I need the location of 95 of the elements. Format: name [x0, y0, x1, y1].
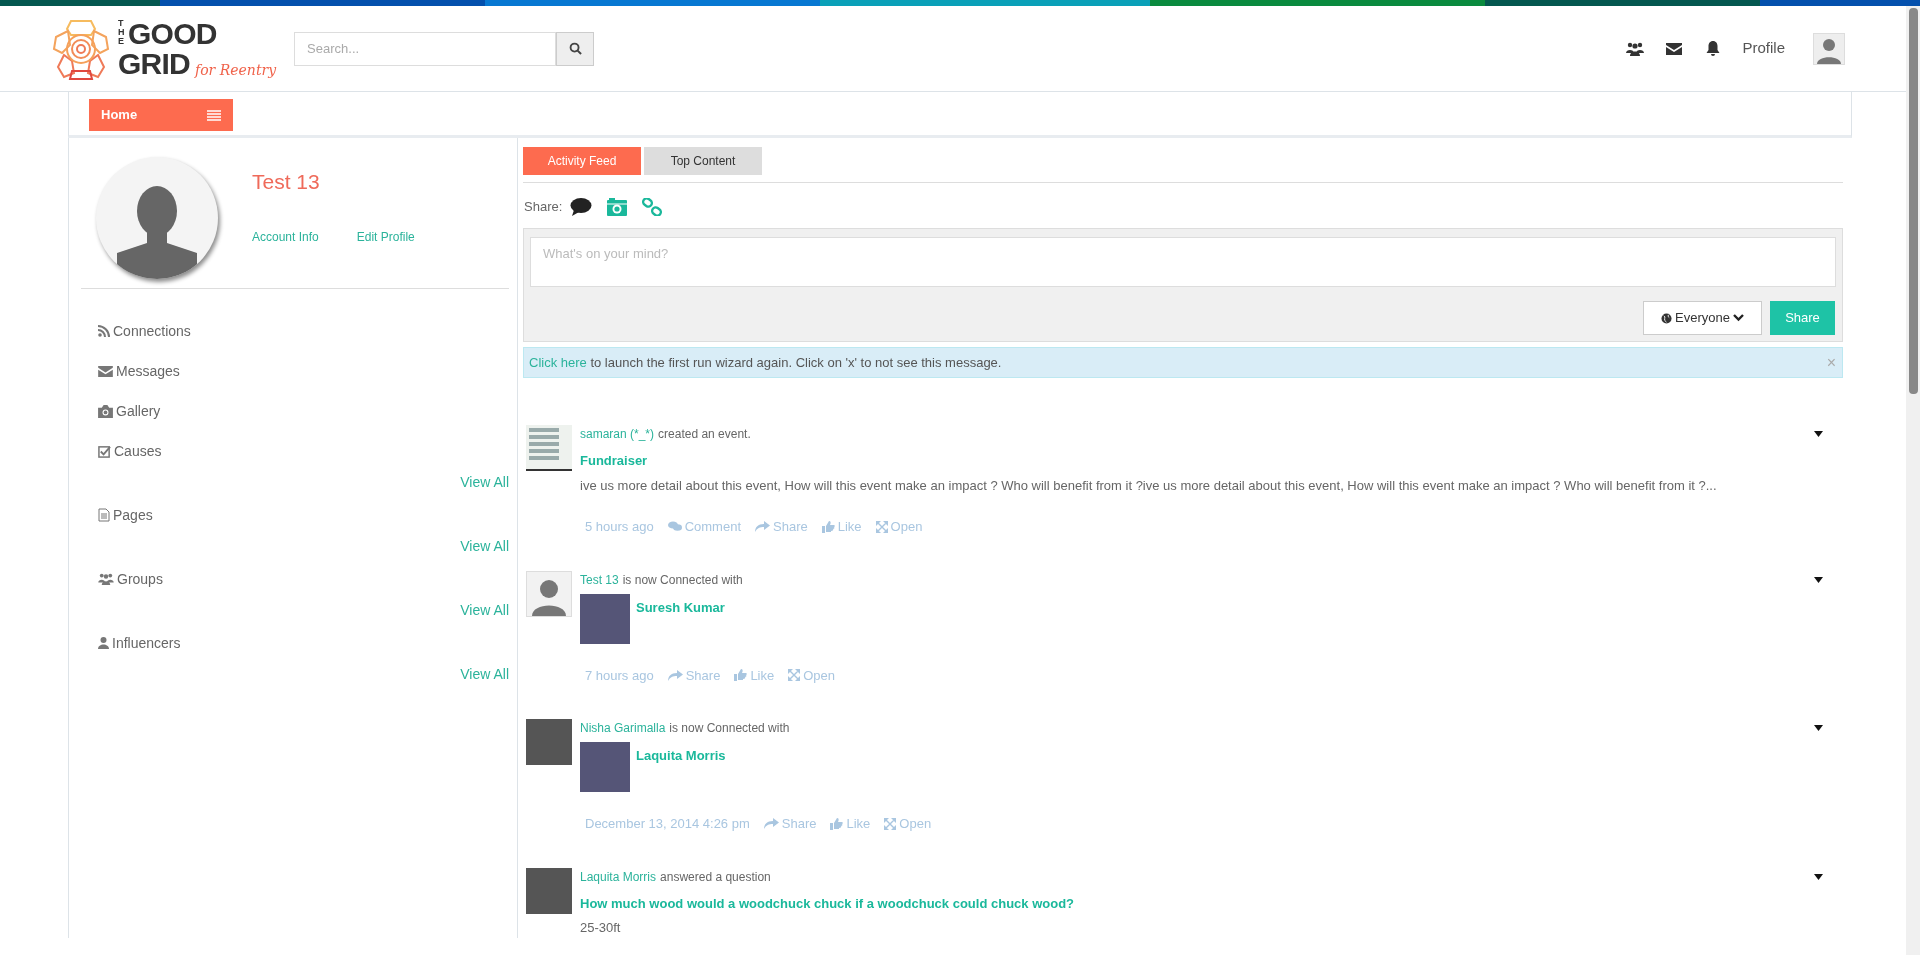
photo-placeholder	[580, 593, 630, 644]
sidebar-link[interactable]: Connections	[113, 320, 191, 342]
thumbs-up-icon	[734, 669, 748, 682]
share-icon	[755, 521, 771, 533]
sidebar-link[interactable]: Influencers	[112, 632, 181, 654]
photo-placeholder	[526, 867, 572, 914]
profile-link[interactable]: Account Info	[252, 227, 319, 246]
logo-text: THE	[118, 18, 126, 46]
user-link[interactable]: Nisha Garimalla	[580, 719, 666, 737]
view-all-link[interactable]: View All	[460, 472, 509, 493]
menu-icon	[207, 109, 221, 121]
chevron-down-icon	[1732, 314, 1744, 322]
home-button[interactable]: Home	[89, 99, 233, 131]
like-link[interactable]: Like	[821, 517, 862, 537]
sidebar-link[interactable]: Messages	[116, 360, 180, 382]
audience-dropdown[interactable]: Everyone	[1643, 301, 1762, 335]
envelope-icon	[98, 365, 113, 377]
expand-icon	[875, 520, 888, 533]
share-link[interactable]: Share	[667, 665, 721, 685]
caret-icon[interactable]	[1814, 725, 1823, 731]
share-label: Share:	[524, 198, 563, 217]
mail-icon[interactable]	[1666, 42, 1683, 55]
activity-text: created an event.	[658, 426, 751, 443]
post-text: ive us more detail about this event, How will this event make an impact ? Who will benefit from it ?ive us more detail about this event, How will this event make an impact ? Who will benefit from it ?...	[580, 476, 1718, 495]
post-title-link[interactable]: How much wood would a woodchuck chuck if a woodchuck could chuck wood?	[580, 893, 1823, 913]
expand-icon	[788, 669, 801, 682]
checkbox-icon	[98, 444, 111, 458]
user-link[interactable]: Test 13	[580, 570, 619, 589]
open-link[interactable]: Open	[788, 665, 836, 685]
search-icon	[568, 42, 582, 55]
connections-icon[interactable]	[1626, 41, 1645, 56]
share-icon	[763, 818, 779, 830]
search-field[interactable]: Search...	[294, 31, 557, 66]
search-button[interactable]	[556, 31, 595, 66]
share-link[interactable]: Share	[763, 814, 817, 834]
share-icon	[667, 669, 683, 681]
activity-text: answered a question	[660, 868, 771, 886]
logo-tagline: for Reentry	[195, 62, 277, 77]
share-button[interactable]: Share	[1770, 301, 1835, 335]
open-link[interactable]: Open	[875, 517, 923, 537]
feed-tab[interactable]: Top Content	[644, 147, 762, 175]
profile-name: Test 13	[252, 169, 321, 195]
activity-text: is now Connected with	[622, 571, 743, 589]
expand-icon	[884, 817, 897, 830]
open-link[interactable]: Open	[884, 814, 932, 834]
activity-text: is now Connected with	[669, 720, 790, 737]
timestamp: 7 hours ago	[585, 666, 654, 685]
post-textarea[interactable]: What's on your mind?	[530, 237, 1836, 287]
thumbnail-image	[526, 425, 572, 471]
logo-text: GOOD	[128, 18, 217, 49]
scrollbar-thumb[interactable]	[1908, 8, 1918, 394]
rss-icon	[98, 325, 110, 337]
photo-placeholder	[526, 719, 572, 765]
comments-icon	[667, 521, 682, 533]
user-link[interactable]: Laquita Morris	[580, 867, 657, 886]
bell-icon[interactable]	[1706, 40, 1721, 57]
view-all-link[interactable]: View All	[460, 536, 509, 557]
click-here-link[interactable]: Click here	[529, 354, 587, 370]
sidebar-link[interactable]: Pages	[113, 504, 153, 526]
sidebar-link[interactable]: Gallery	[116, 400, 161, 422]
user-link[interactable]: Suresh Kumar	[636, 597, 725, 617]
view-all-link[interactable]: View All	[460, 664, 509, 685]
feed-tab[interactable]: Activity Feed	[523, 147, 641, 175]
notice-text: Click here to launch the first run wizard again. Click on 'x' to not see this message.	[529, 353, 1003, 372]
speech-bubble-icon[interactable]	[570, 198, 593, 216]
comment-link[interactable]: Comment	[667, 517, 742, 537]
caret-icon[interactable]	[1814, 431, 1823, 437]
close-button[interactable]: ×	[1826, 350, 1836, 375]
thumbs-up-icon	[830, 817, 844, 830]
caret-icon[interactable]	[1814, 576, 1823, 583]
profile-link[interactable]: Profile	[1742, 37, 1785, 60]
user-link[interactable]: samaran (*_*)	[580, 425, 655, 443]
user-link[interactable]: Laquita Morris	[636, 746, 726, 766]
profile-link[interactable]: Edit Profile	[356, 227, 415, 246]
avatar-icon[interactable]	[1813, 32, 1845, 65]
person-icon	[98, 637, 109, 649]
share-link[interactable]: Share	[755, 517, 808, 537]
photo-placeholder	[580, 742, 630, 792]
timestamp: December 13, 2014 4:26 pm	[585, 815, 750, 833]
logo-text: GRID	[118, 48, 190, 79]
caret-icon[interactable]	[1814, 873, 1823, 880]
globe-icon	[1661, 312, 1673, 324]
like-link[interactable]: Like	[830, 814, 871, 834]
like-link[interactable]: Like	[734, 665, 775, 685]
avatar-icon	[526, 570, 572, 617]
camera-icon	[98, 404, 113, 418]
group-icon	[98, 573, 114, 585]
sidebar-link[interactable]: Groups	[117, 568, 163, 590]
timestamp: 5 hours ago	[585, 518, 654, 536]
document-icon	[98, 508, 110, 522]
thumbs-up-icon	[821, 520, 835, 533]
sidebar-link[interactable]: Causes	[114, 440, 162, 462]
view-all-link[interactable]: View All	[460, 600, 509, 621]
post-title-link[interactable]: Fundraiser	[580, 451, 1823, 471]
post-text: 25-30ft	[580, 919, 622, 937]
